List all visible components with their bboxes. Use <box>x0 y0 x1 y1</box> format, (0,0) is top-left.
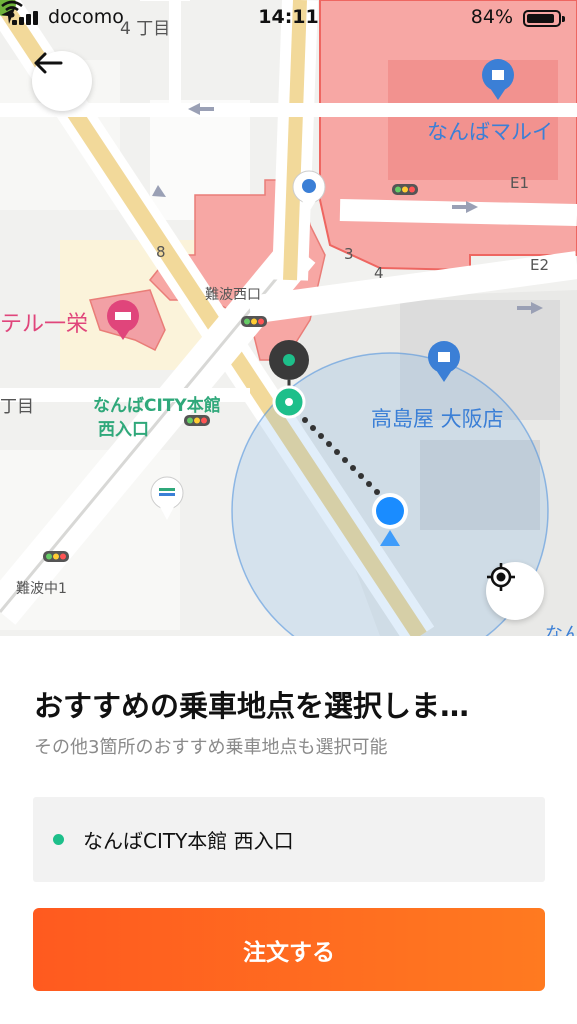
map-view[interactable]: 4 丁目 丁目 テル一栄 難波西口 なんばCITY本館 西入口 なんばマルイ 高… <box>0 0 577 636</box>
map-label-e2: E2 <box>530 256 550 274</box>
map-label-num-3: 3 <box>344 245 354 263</box>
pickup-point-label: なんばCITY本館 西入口 <box>83 829 294 853</box>
location-arrow-icon <box>1 8 15 24</box>
map-label-marui[interactable]: なんばマルイ <box>427 116 553 146</box>
order-button[interactable]: 注文する <box>33 908 545 991</box>
panel-subtitle: その他3箇所のおすすめ乗車地点も選択可能 <box>34 737 388 758</box>
map-label-namba-nishiguchi: 難波西口 <box>205 287 261 303</box>
map-label-namba-naka: 難波中1 <box>16 581 67 597</box>
back-button[interactable] <box>32 51 92 111</box>
map-label-namba-city[interactable]: なんばCITY本館 西入口 <box>93 394 221 442</box>
locate-me-button[interactable] <box>486 562 544 620</box>
map-label-hotel[interactable]: テル一栄 <box>0 306 88 338</box>
arrow-left-icon <box>34 52 63 74</box>
map-label-namba-city-line1: なんばCITY本館 <box>93 396 221 416</box>
battery-percent: 84% <box>470 6 513 28</box>
battery-icon <box>523 10 565 27</box>
map-label-num-4: 4 <box>374 264 384 282</box>
map-label-takashimaya[interactable]: 高島屋 大阪店 <box>371 403 504 433</box>
crosshair-icon <box>487 563 515 591</box>
map-label-chome: 丁目 <box>0 397 34 417</box>
map-label-e1: E1 <box>510 174 530 192</box>
pickup-point-selector[interactable]: なんばCITY本館 西入口 <box>33 797 545 882</box>
panel-title: おすすめの乗車地点を選択しま… <box>34 689 470 723</box>
map-label-namba-city-line2: 西入口 <box>98 420 149 440</box>
pickup-dot-icon <box>53 834 64 845</box>
status-bar: docomo 14:11 84% <box>0 0 577 36</box>
map-label-nan: なん <box>545 624 577 636</box>
map-label-num-8: 8 <box>156 243 166 261</box>
